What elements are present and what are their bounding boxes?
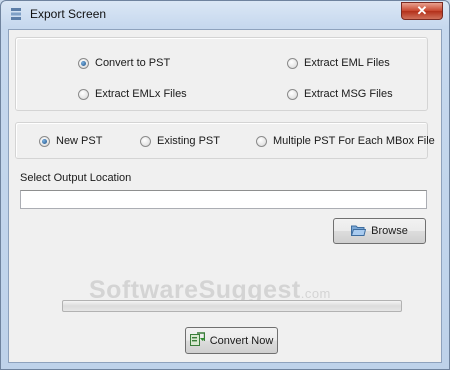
export-format-group: Convert to PST Extract EML Files Extract… [15,37,428,111]
radio-button[interactable] [39,135,50,147]
radio-label: Existing PST [157,135,220,147]
browse-label: Browse [371,225,408,237]
convert-now-label: Convert Now [209,334,274,347]
radio-label: Convert to PST [95,57,171,69]
radio-convert-to-pst[interactable]: Convert to PST [78,57,170,69]
close-button[interactable]: ✕ [401,2,443,20]
app-icon [10,7,22,21]
radio-button[interactable] [287,88,298,100]
close-icon: ✕ [416,3,428,18]
radio-label: Multiple PST For Each MBox File [273,135,435,147]
radio-button[interactable] [78,57,89,69]
title-bar[interactable]: Export Screen ✕ [1,1,449,27]
radio-button[interactable] [287,57,298,69]
radio-existing-pst[interactable]: Existing PST [140,135,220,147]
convert-icon [189,332,205,349]
radio-new-pst[interactable]: New PST [39,135,102,147]
radio-button[interactable] [256,135,267,147]
window-title: Export Screen [30,7,107,21]
output-location-input[interactable] [20,190,427,209]
convert-now-button[interactable]: Convert Now [185,327,278,354]
radio-extract-emlx[interactable]: Extract EMLx Files [78,88,187,100]
radio-label: Extract EML Files [304,57,390,69]
radio-label: New PST [56,135,103,147]
radio-button[interactable] [140,135,151,147]
folder-icon [350,224,367,239]
output-location-label: Select Output Location [20,172,132,184]
watermark-suffix: .com [300,286,331,301]
radio-extract-eml[interactable]: Extract EML Files [287,57,390,69]
radio-button[interactable] [78,88,89,100]
client-area: Convert to PST Extract EML Files Extract… [8,29,442,363]
radio-label: Extract EMLx Files [95,88,187,100]
radio-label: Extract MSG Files [304,88,393,100]
export-screen-window: Export Screen ✕ Convert to PST Extract E… [0,0,450,370]
browse-button[interactable]: Browse [333,218,426,244]
radio-multiple-pst[interactable]: Multiple PST For Each MBox File [256,135,435,147]
progress-bar [62,300,402,312]
pst-options-group: New PST Existing PST Multiple PST For Ea… [15,122,435,159]
radio-extract-msg[interactable]: Extract MSG Files [287,88,393,100]
